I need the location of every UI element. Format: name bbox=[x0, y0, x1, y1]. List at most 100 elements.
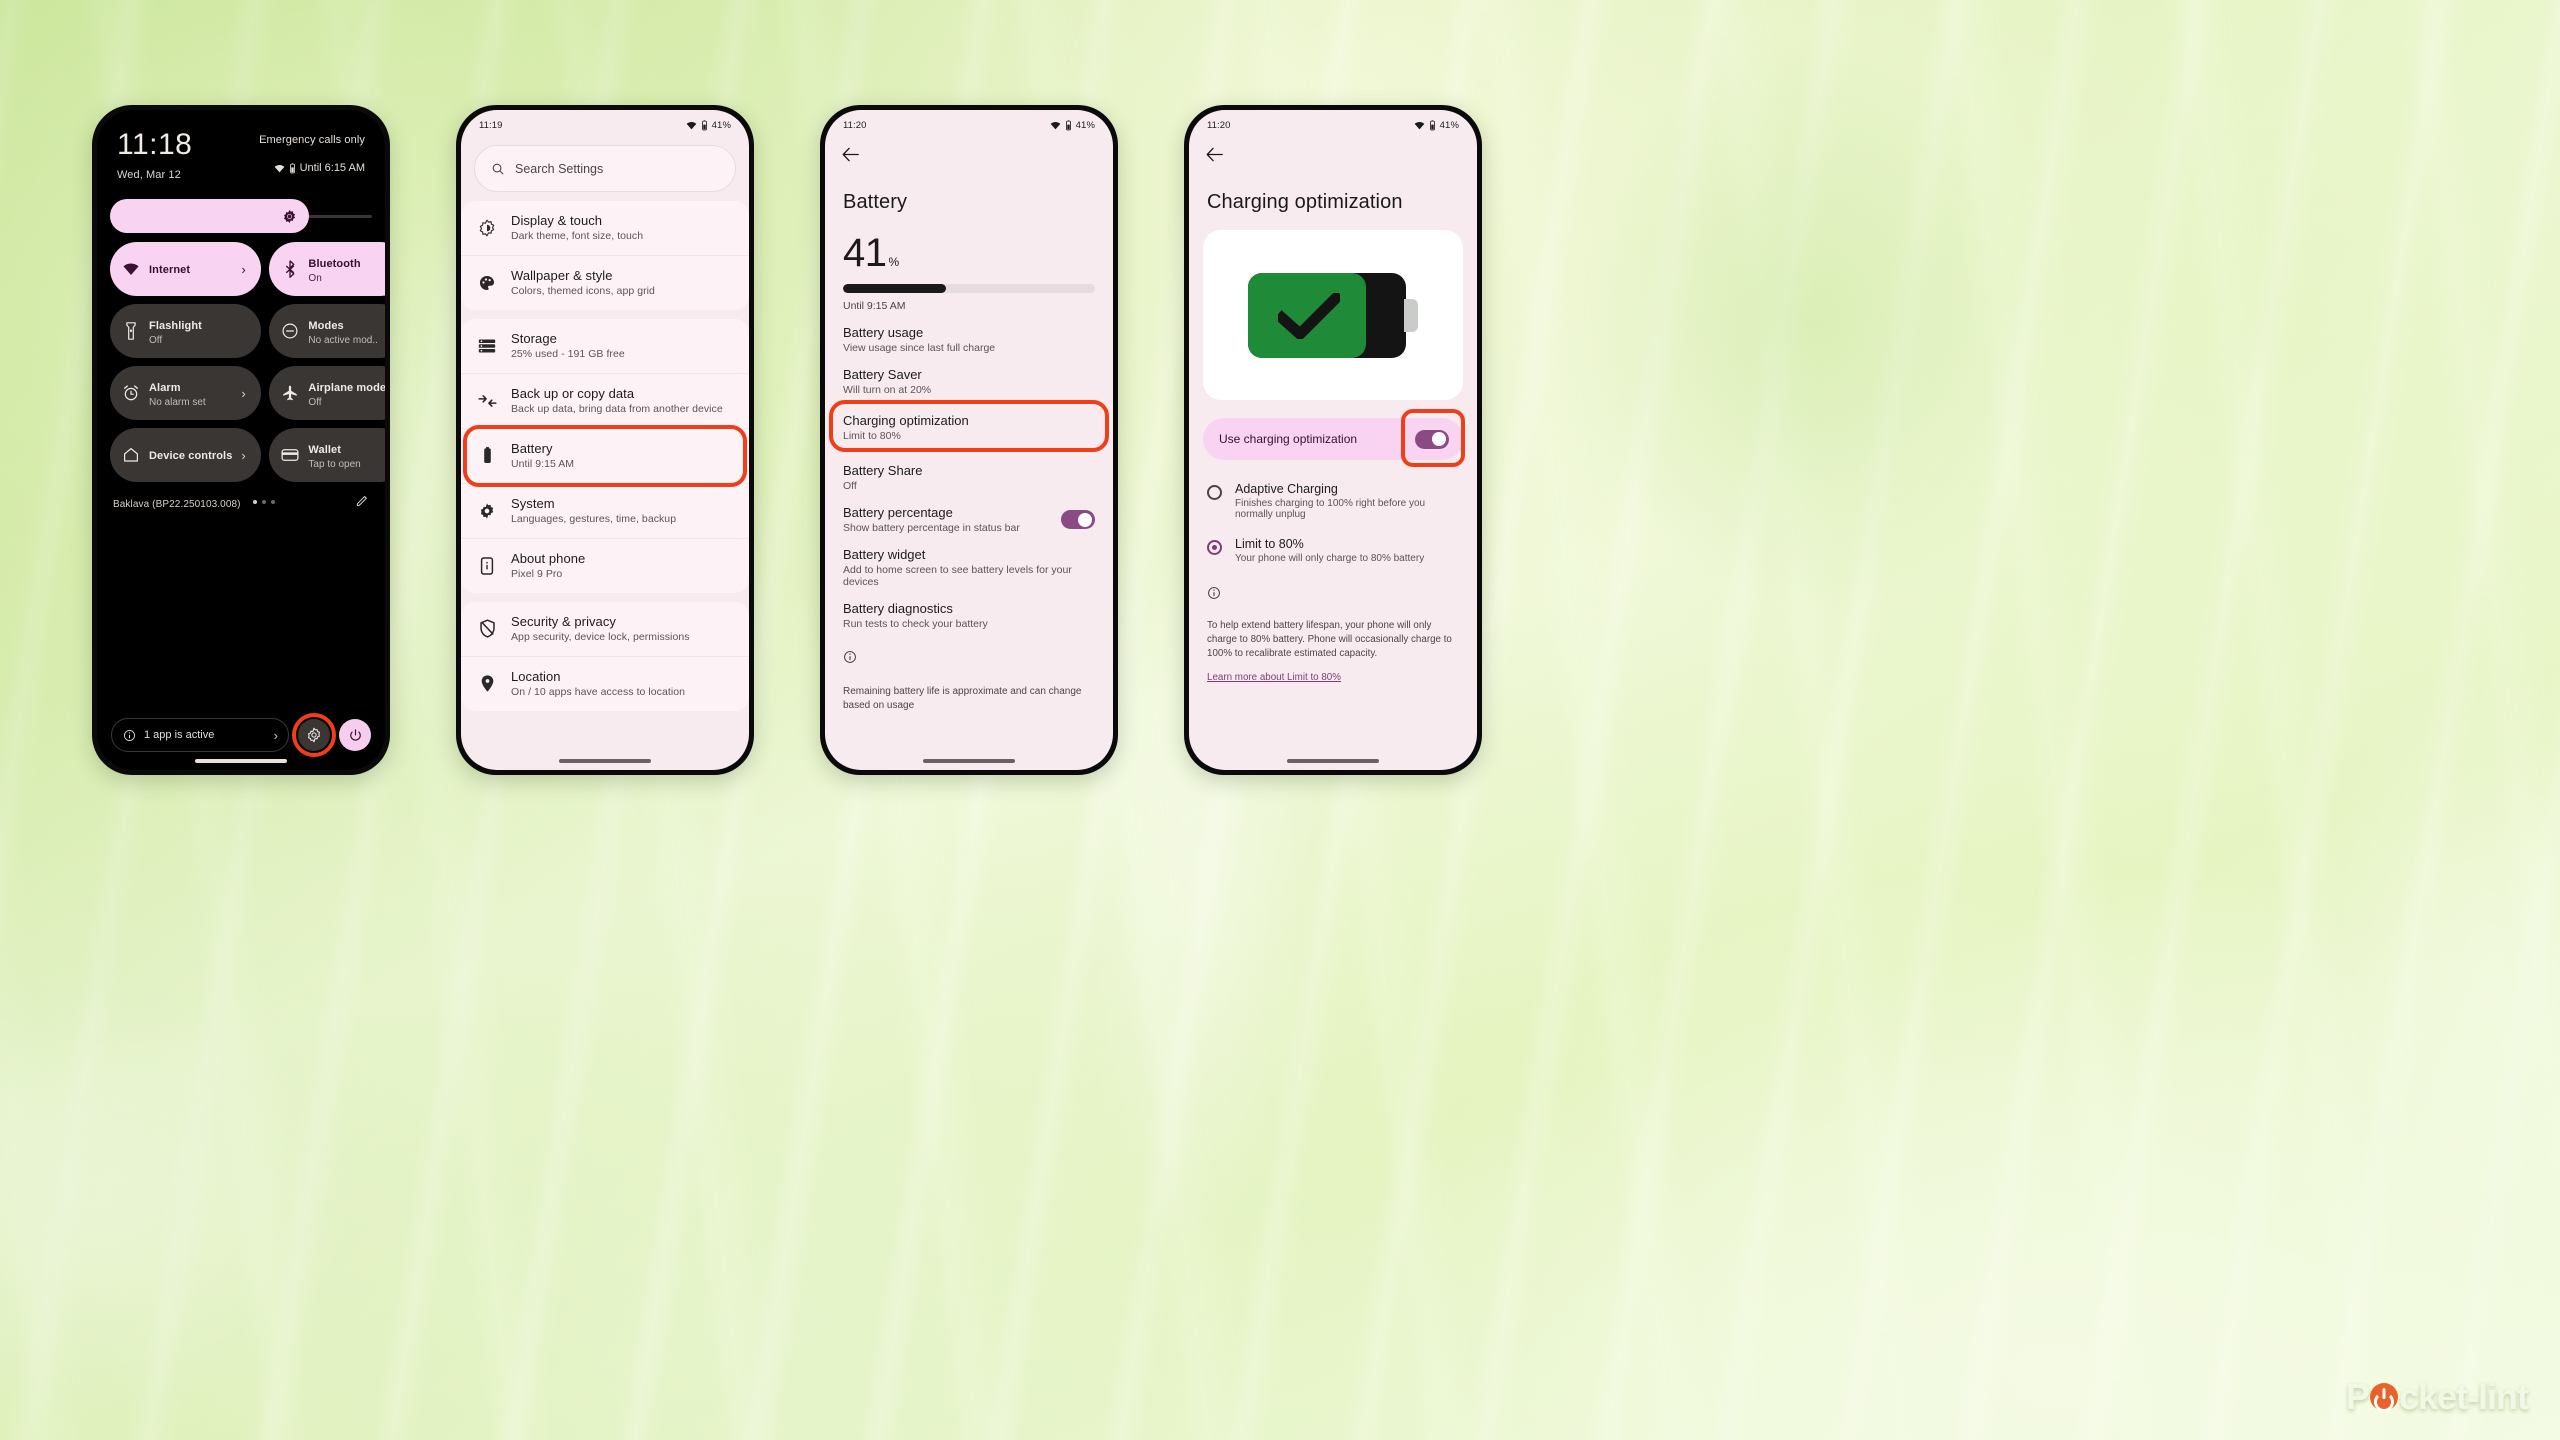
tile-airplane-mode[interactable]: Airplane mode Off bbox=[269, 366, 385, 420]
watermark-pocket-lint: P cket-lint bbox=[2345, 1376, 2529, 1418]
settings-row-subtitle: Colors, themed icons, app grid bbox=[511, 285, 655, 297]
settings-row-wallpaper-style[interactable]: Wallpaper & style Colors, themed icons, … bbox=[461, 255, 749, 310]
info-icon bbox=[844, 651, 856, 663]
chevron-right-icon: › bbox=[241, 447, 246, 463]
wifi-icon bbox=[1414, 121, 1425, 130]
settings-row-title: Security & privacy bbox=[511, 614, 616, 629]
option-adaptive-charging[interactable]: Adaptive Charging Finishes charging to 1… bbox=[1189, 460, 1477, 520]
lock-date: Wed, Mar 12 bbox=[117, 169, 181, 181]
phone-info-icon bbox=[477, 556, 497, 575]
green-battery-check-illustration bbox=[1248, 272, 1418, 358]
shield-icon bbox=[477, 619, 497, 638]
battery-row-usage[interactable]: Battery usage View usage since last full… bbox=[825, 312, 1113, 354]
tile-wallet[interactable]: Wallet Tap to open › bbox=[269, 428, 385, 482]
battery-row-saver[interactable]: Battery Saver Will turn on at 20% bbox=[825, 354, 1113, 396]
gear-icon bbox=[308, 727, 320, 743]
battery-row-charging-optimization[interactable]: Charging optimization Limit to 80% bbox=[825, 396, 1113, 452]
status-bar: 11:20 41% bbox=[1189, 110, 1477, 131]
battery-icon bbox=[1065, 120, 1071, 131]
settings-row-security-privacy[interactable]: Security & privacy App security, device … bbox=[461, 602, 749, 656]
tile-sub: No alarm set bbox=[149, 397, 206, 408]
edit-tiles-button[interactable] bbox=[355, 493, 369, 512]
battery-row-share[interactable]: Battery Share Off bbox=[825, 447, 1113, 492]
battery-percentage-toggle[interactable] bbox=[1061, 510, 1095, 529]
brightness-slider[interactable] bbox=[110, 199, 372, 233]
option-title: Adaptive Charging bbox=[1235, 482, 1338, 496]
tile-label: Airplane mode bbox=[308, 382, 385, 394]
option-subtitle: Finishes charging to 100% right before y… bbox=[1235, 498, 1426, 520]
status-bar: 11:20 41% bbox=[825, 110, 1113, 131]
option-limit-to-80[interactable]: Limit to 80% Your phone will only charge… bbox=[1189, 520, 1477, 564]
tile-sub: Off bbox=[149, 335, 163, 346]
radio-limit-to-80[interactable] bbox=[1207, 540, 1222, 555]
tile-label: Wallet bbox=[308, 444, 342, 456]
check-icon bbox=[1278, 292, 1340, 339]
settings-row-storage[interactable]: Storage 25% used - 191 GB free bbox=[461, 319, 749, 373]
settings-row-title: Display & touch bbox=[511, 213, 603, 228]
wifi-icon bbox=[274, 164, 284, 172]
battery-percent-symbol: % bbox=[888, 255, 900, 269]
tile-internet[interactable]: Internet › bbox=[110, 242, 262, 296]
use-charging-optimization-toggle[interactable] bbox=[1415, 429, 1449, 449]
tile-bluetooth[interactable]: Bluetooth On › bbox=[269, 242, 385, 296]
radio-adaptive-charging[interactable] bbox=[1207, 485, 1222, 500]
settings-gear-button[interactable] bbox=[292, 713, 336, 757]
tile-flashlight[interactable]: Flashlight Off bbox=[110, 304, 262, 358]
status-battery-percent: 41% bbox=[1075, 120, 1095, 131]
tile-sub: Off bbox=[308, 397, 322, 408]
settings-row-location[interactable]: Location On / 10 apps have access to loc… bbox=[461, 656, 749, 711]
brightness-icon bbox=[477, 219, 497, 237]
learn-more-link[interactable]: Learn more about Limit to 80% bbox=[1189, 672, 1477, 683]
page-title: Battery bbox=[843, 191, 908, 213]
settings-row-title: Wallpaper & style bbox=[511, 268, 613, 283]
watermark-text-before: P bbox=[2345, 1376, 2370, 1417]
row-subtitle: Limit to 80% bbox=[843, 430, 901, 442]
settings-row-title: Storage bbox=[511, 331, 557, 346]
quick-settings-bottom-bar: 1 app is active › bbox=[97, 713, 385, 757]
status-time: 11:19 bbox=[479, 120, 503, 131]
battery-row-widget[interactable]: Battery widget Add to home screen to see… bbox=[825, 534, 1113, 588]
battery-row-percentage[interactable]: Battery percentage Show battery percenta… bbox=[825, 492, 1113, 534]
screen-settings: 11:19 41% Search Settings Display & touc… bbox=[461, 110, 749, 770]
status-bar: 11:19 41% bbox=[461, 110, 749, 131]
settings-row-battery[interactable]: Battery Until 9:15 AM bbox=[461, 425, 749, 487]
power-button[interactable] bbox=[339, 719, 371, 751]
storage-icon bbox=[477, 338, 497, 354]
status-battery-percent: 41% bbox=[711, 120, 731, 131]
row-title: Battery Saver bbox=[843, 367, 922, 382]
settings-row-display-touch[interactable]: Display & touch Dark theme, font size, t… bbox=[461, 201, 749, 255]
battery-level-bar bbox=[843, 284, 1095, 293]
settings-row-backup-copy-data[interactable]: Back up or copy data Back up data, bring… bbox=[461, 373, 749, 428]
settings-row-system[interactable]: System Languages, gestures, time, backup bbox=[461, 483, 749, 538]
battery-icon bbox=[701, 120, 707, 131]
active-apps-pill[interactable]: 1 app is active › bbox=[111, 718, 289, 752]
battery-icon bbox=[477, 446, 497, 465]
tile-device-controls[interactable]: Device controls › bbox=[110, 428, 262, 482]
tile-sub: On bbox=[308, 273, 322, 284]
phone-battery: 11:20 41% Battery 41 % Until 9:15 AM Bat… bbox=[820, 105, 1118, 775]
battery-row-diagnostics[interactable]: Battery diagnostics Run tests to check y… bbox=[825, 588, 1113, 630]
charging-optimization-illustration bbox=[1203, 230, 1463, 400]
back-button[interactable] bbox=[1189, 131, 1477, 167]
use-charging-optimization-row[interactable]: Use charging optimization bbox=[1203, 409, 1465, 467]
power-icon bbox=[349, 728, 361, 741]
settings-row-title: About phone bbox=[511, 551, 586, 566]
battery-icon bbox=[289, 162, 295, 173]
do-not-disturb-icon bbox=[281, 322, 299, 340]
power-icon bbox=[2369, 1383, 2398, 1411]
tile-modes[interactable]: Modes No active mod.. › bbox=[269, 304, 385, 358]
row-subtitle: Off bbox=[843, 480, 857, 492]
wifi-icon bbox=[1050, 121, 1061, 130]
gear-icon bbox=[477, 502, 497, 520]
tile-label: Internet bbox=[149, 264, 191, 276]
battery-until-label: Until 9:15 AM bbox=[843, 300, 906, 312]
settings-row-about-phone[interactable]: About phone Pixel 9 Pro bbox=[461, 538, 749, 593]
flashlight-icon bbox=[122, 322, 140, 340]
row-title: Battery diagnostics bbox=[843, 601, 953, 616]
search-input[interactable]: Search Settings bbox=[474, 145, 736, 192]
info-icon bbox=[1208, 587, 1220, 599]
screen-quick-settings: 11:18 Wed, Mar 12 Emergency calls only U… bbox=[97, 110, 385, 770]
tile-alarm[interactable]: Alarm No alarm set › bbox=[110, 366, 262, 420]
gesture-bar bbox=[923, 759, 1015, 763]
back-button[interactable] bbox=[825, 131, 1113, 167]
